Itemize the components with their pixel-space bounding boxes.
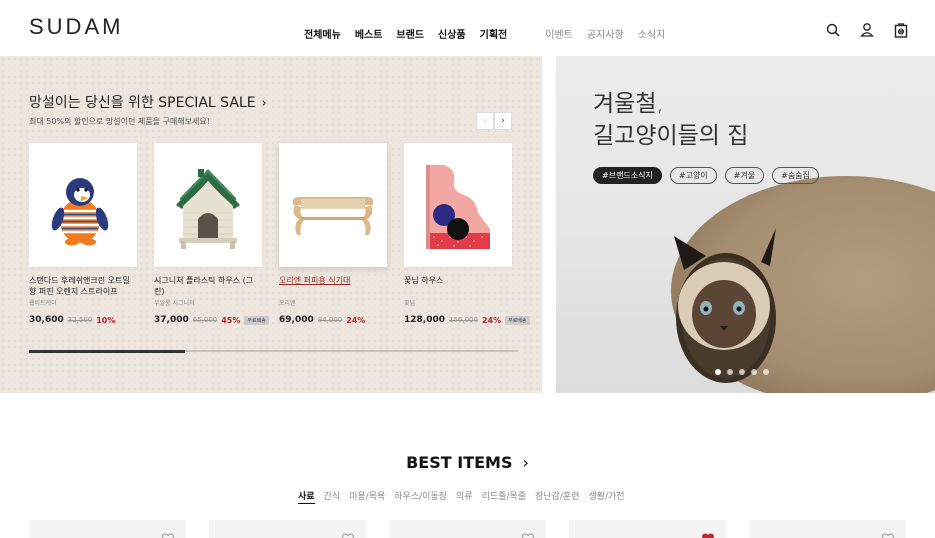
product-card[interactable]: 꽃님 하우스 꽃님 128,000 156,000 24% 무료배송: [404, 143, 530, 325]
product-discount: 10%: [96, 315, 116, 325]
cart-icon[interactable]: 0: [894, 22, 908, 38]
product-discount: 24%: [346, 315, 366, 325]
special-sale-panel: 망설이는 당신을 위한 SPECIAL SALE › 최대 50%의 할인으로 망…: [0, 56, 542, 393]
tab-house-carrier[interactable]: 하우스/이동장: [394, 489, 447, 504]
pagination-dot[interactable]: [715, 369, 721, 375]
best-items-heading[interactable]: BEST ITEMS ›: [0, 453, 935, 472]
tab-leash[interactable]: 리드줄/목줄: [482, 489, 526, 504]
best-item-list: [29, 520, 906, 538]
banner-title: 겨울철, 길고양이들의 집: [593, 88, 748, 152]
banner-tags: #브랜드소식지 #고양이 #겨울 #숨숨집: [593, 167, 819, 184]
product-price-row: 30,600 32,500 10%: [29, 315, 137, 325]
main-nav: 전체메뉴 베스트 브랜드 신상품 기획전 이벤트 공지사항 소식지: [304, 26, 665, 41]
header-icons: 0: [826, 22, 908, 38]
progress-fill: [29, 349, 186, 353]
heart-icon[interactable]: [342, 529, 354, 538]
chevron-right-icon: ›: [522, 453, 529, 472]
best-items-title: BEST ITEMS: [406, 453, 513, 472]
product-price: 128,000: [404, 315, 445, 325]
product-brand: 웹비트케이: [29, 300, 57, 307]
product-name[interactable]: 꽃님 하우스: [404, 275, 512, 297]
next-arrow-icon[interactable]: ›: [494, 112, 512, 130]
best-item-card[interactable]: [29, 520, 186, 538]
nav-new[interactable]: 신상품: [438, 26, 466, 41]
product-price: 30,600: [29, 315, 64, 325]
tab-living[interactable]: 생활/가전: [588, 489, 624, 504]
heart-icon[interactable]: [702, 529, 714, 538]
heart-icon[interactable]: [162, 529, 174, 538]
product-original-price: 84,000: [317, 316, 343, 324]
product-price-row: 37,000 65,000 45% 무료배송: [154, 315, 269, 325]
best-item-card[interactable]: [209, 520, 366, 538]
nav-best[interactable]: 베스트: [355, 26, 383, 41]
nav-brand[interactable]: 브랜드: [396, 26, 424, 41]
product-name[interactable]: 오리엔 퍼피용 식기대: [279, 275, 387, 297]
free-shipping-badge: 무료배송: [244, 315, 269, 325]
best-item-card[interactable]: [569, 520, 726, 538]
hero-banner[interactable]: 겨울철, 길고양이들의 집 #브랜드소식지 #고양이 #겨울 #숨숨집: [556, 56, 935, 393]
product-card[interactable]: 스탠다드 후레쉬앤크린 오트밀 향 퍼핀 오렌지 스트라이프 웹비트케이 30,…: [29, 143, 137, 325]
product-discount: 24%: [481, 315, 502, 325]
heart-icon[interactable]: [522, 529, 534, 538]
tab-toys[interactable]: 장난감/훈련: [535, 489, 579, 504]
tag-winter[interactable]: #겨울: [724, 167, 765, 184]
nav-all-menu[interactable]: 전체메뉴: [304, 26, 341, 41]
tab-clothing[interactable]: 의류: [456, 489, 473, 504]
free-shipping-badge: 무료배송: [505, 315, 530, 325]
product-brand: 우알롱 시그니처: [154, 300, 195, 307]
best-item-card[interactable]: [389, 520, 546, 538]
product-price: 69,000: [279, 315, 314, 325]
search-icon[interactable]: [826, 22, 840, 38]
product-image[interactable]: [279, 143, 387, 267]
product-brand: 오리엔: [279, 300, 296, 307]
best-item-card[interactable]: [749, 520, 906, 538]
tab-snack[interactable]: 간식: [324, 489, 341, 504]
product-original-price: 32,500: [67, 316, 93, 324]
tab-grooming[interactable]: 미용/목욕: [349, 489, 385, 504]
pagination-dot[interactable]: [763, 369, 769, 375]
carousel-arrows: ‹ ›: [476, 112, 512, 130]
nav-notice[interactable]: 공지사항: [587, 26, 624, 41]
user-icon[interactable]: [860, 22, 874, 38]
product-image[interactable]: [154, 143, 262, 267]
cart-count: 0: [899, 29, 902, 35]
product-card[interactable]: 시그니처 플라스틱 하우스 (그린) 우알롱 시그니처 37,000 65,00…: [154, 143, 269, 325]
product-card[interactable]: 오리엔 퍼피용 식기대 오리엔 69,000 84,000 24%: [279, 143, 387, 325]
product-original-price: 156,000: [449, 316, 478, 324]
prev-arrow-icon[interactable]: ‹: [476, 112, 494, 130]
banner-pagination: [715, 369, 769, 375]
tag-hideout[interactable]: #숨숨집: [772, 167, 819, 184]
product-image[interactable]: [29, 143, 137, 267]
product-brand: 꽃님: [404, 300, 416, 307]
tag-cat[interactable]: #고양이: [669, 167, 717, 184]
product-original-price: 65,000: [192, 316, 218, 324]
product-price: 37,000: [154, 315, 189, 325]
site-header: SUDAM 전체메뉴 베스트 브랜드 신상품 기획전 이벤트 공지사항 소식지 …: [0, 0, 935, 56]
banner-title-line-1: 겨울철,: [593, 91, 664, 117]
nav-event[interactable]: 이벤트: [545, 26, 573, 41]
product-price-row: 69,000 84,000 24%: [279, 315, 387, 325]
sale-product-list: 스탠다드 후레쉬앤크린 오트밀 향 퍼핀 오렌지 스트라이프 웹비트케이 30,…: [29, 143, 530, 325]
product-name[interactable]: 시그니처 플라스틱 하우스 (그린): [154, 275, 262, 297]
banner-title-line-2: 길고양이들의 집: [593, 123, 749, 149]
nav-newsletter[interactable]: 소식지: [638, 26, 666, 41]
product-discount: 45%: [221, 315, 241, 325]
site-logo[interactable]: SUDAM: [29, 14, 123, 40]
product-name[interactable]: 스탠다드 후레쉬앤크린 오트밀 향 퍼핀 오렌지 스트라이프: [29, 275, 137, 297]
chevron-right-icon: ›: [261, 96, 267, 111]
pagination-dot[interactable]: [727, 369, 733, 375]
best-category-tabs: 사료 간식 미용/목욕 하우스/이동장 의류 리드줄/목줄 장난감/훈련 생활/…: [298, 489, 625, 504]
tag-brand-newsletter[interactable]: #브랜드소식지: [593, 167, 662, 184]
product-image[interactable]: [404, 143, 512, 267]
sale-title-link[interactable]: 망설이는 당신을 위한 SPECIAL SALE ›: [29, 92, 267, 112]
tab-food[interactable]: 사료: [298, 489, 315, 504]
sale-title: 망설이는 당신을 위한 SPECIAL SALE: [29, 95, 256, 111]
pagination-dot[interactable]: [739, 369, 745, 375]
heart-icon[interactable]: [882, 529, 894, 538]
carousel-progress-bar[interactable]: [29, 349, 518, 353]
nav-special[interactable]: 기획전: [480, 26, 508, 41]
product-price-row: 128,000 156,000 24% 무료배송: [404, 315, 530, 325]
pagination-dot[interactable]: [751, 369, 757, 375]
sale-subtitle: 최대 50%의 할인으로 망설이던 제품을 구매해보세요!: [29, 117, 210, 126]
